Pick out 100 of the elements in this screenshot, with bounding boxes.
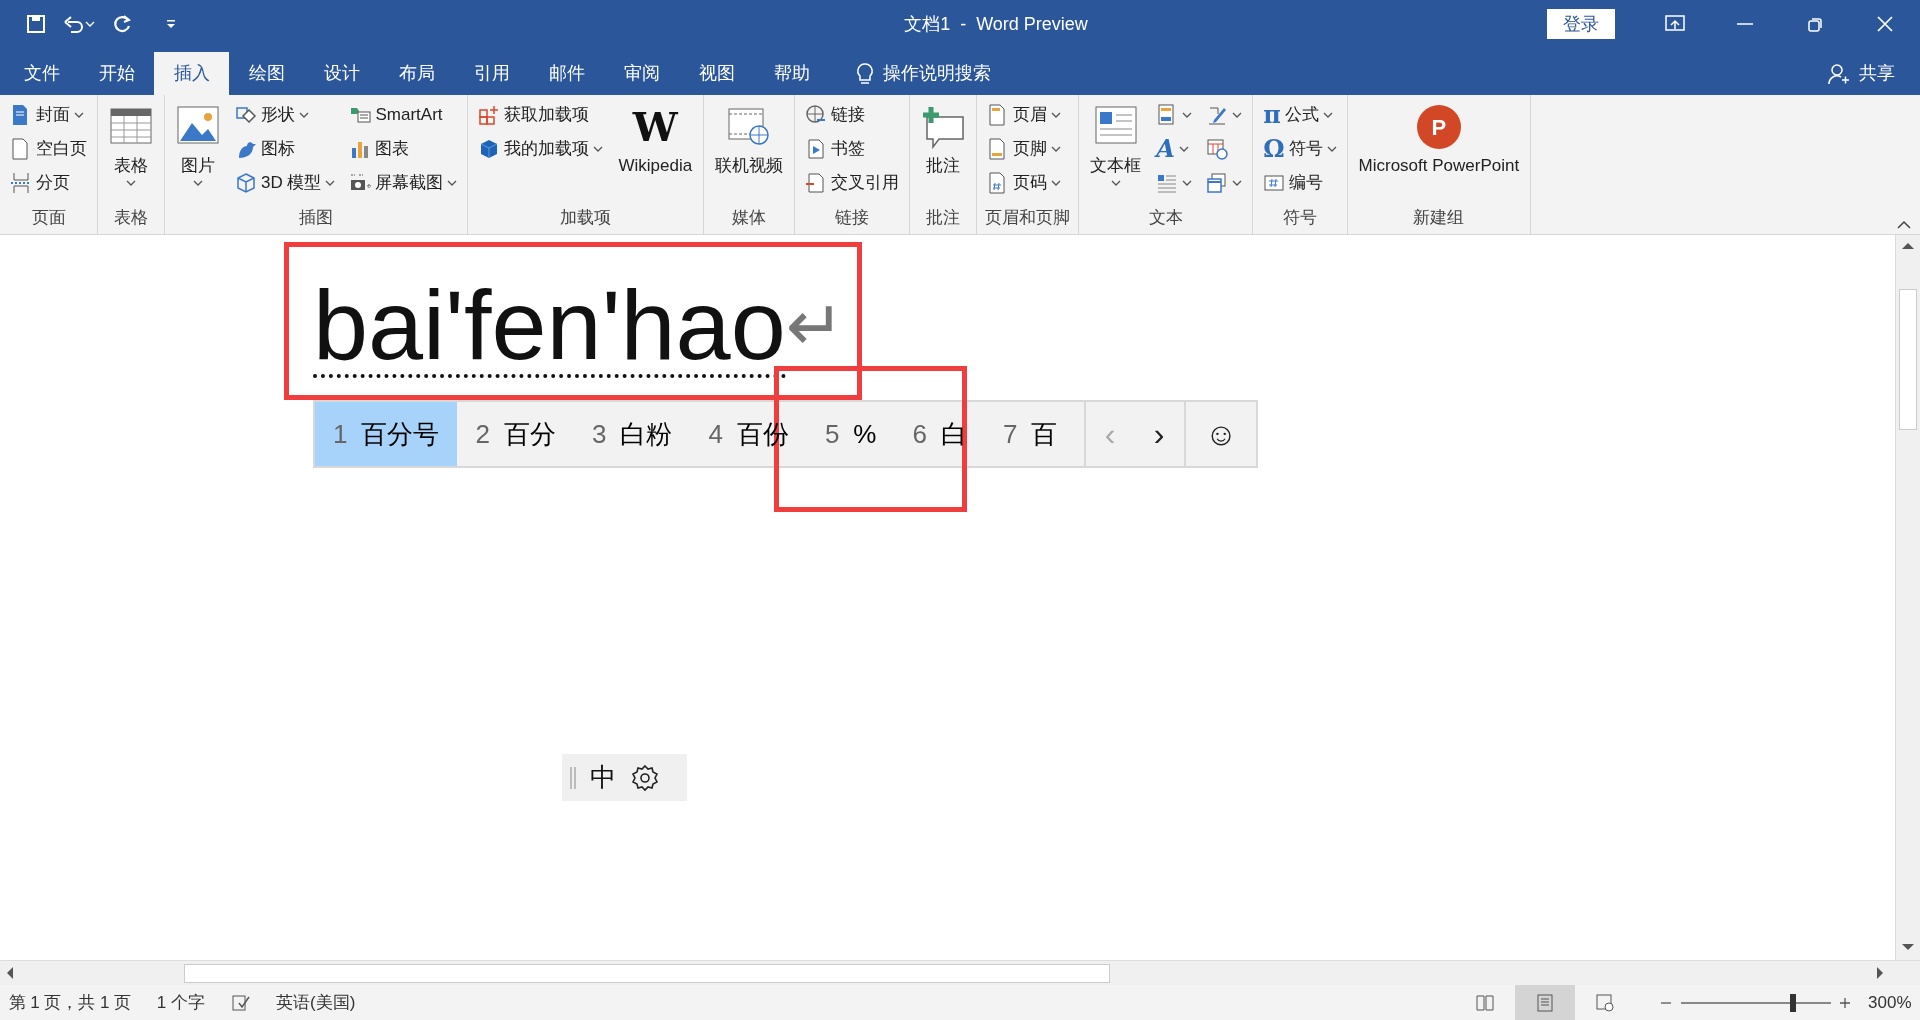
ribbon-button[interactable]: 图片	[173, 99, 223, 205]
group-label: 文本	[1147, 207, 1184, 229]
settings-icon	[630, 762, 660, 793]
web-layout-icon	[1594, 992, 1615, 1013]
person-add-icon	[1828, 62, 1850, 85]
undo-button[interactable]	[62, 14, 95, 34]
print-layout-icon	[1534, 992, 1555, 1013]
ribbon-tab[interactable]: 插入	[154, 52, 230, 95]
ribbon-button[interactable]: 页码	[985, 167, 1064, 199]
ribbon-button[interactable]: 获取加载项	[476, 99, 606, 131]
ribbon-tab[interactable]: 文件	[4, 52, 80, 95]
signature-pen-icon	[1206, 104, 1229, 126]
ribbon-display-icon	[1664, 14, 1686, 34]
minimize-icon	[1737, 23, 1753, 25]
candidate[interactable]: 2 百分	[457, 402, 574, 466]
candidate[interactable]: 7 百	[984, 402, 1076, 466]
group-label: 页眉和页脚	[985, 207, 1071, 229]
slider-thumb[interactable]	[1790, 993, 1796, 1012]
paragraph-mark: ↵	[785, 291, 845, 361]
chevron-up-icon	[1895, 219, 1912, 230]
comment-add-icon	[921, 105, 966, 149]
shapes-icon	[235, 104, 257, 126]
ribbon-button[interactable]: 交叉引用	[803, 167, 902, 199]
ribbon-tab[interactable]: 邮件	[529, 52, 605, 95]
ribbon-button[interactable]: 文本框	[1087, 99, 1145, 205]
read-mode-icon	[1474, 992, 1495, 1013]
ribbon-button[interactable]: 表格	[106, 99, 156, 205]
ribbon-button[interactable]: P Microsoft PowerPoint	[1355, 99, 1523, 205]
ribbon-button[interactable]: 页脚	[985, 133, 1064, 165]
next-page-button[interactable]: ›	[1134, 402, 1184, 466]
redo-icon	[111, 14, 132, 34]
ribbon-button[interactable]: 图表	[347, 133, 460, 165]
ribbon-button[interactable]: 图标	[233, 133, 338, 165]
ribbon-tab[interactable]: 开始	[79, 52, 155, 95]
redo-button[interactable]	[111, 14, 132, 34]
ribbon-button[interactable]: 编号	[1261, 167, 1339, 199]
group-label: 批注	[925, 207, 962, 229]
zoom-level[interactable]: 300%	[1868, 989, 1912, 1016]
calendar-clock-icon	[1206, 138, 1229, 160]
ribbon-tab[interactable]: 绘图	[229, 52, 305, 95]
candidate[interactable]: 5 %	[806, 402, 895, 466]
ribbon-button[interactable]: 屏幕截图	[347, 167, 460, 199]
horizontal-scrollbar[interactable]	[0, 960, 1920, 985]
lightbulb-icon	[854, 61, 875, 86]
save-button[interactable]	[25, 14, 46, 34]
ribbon-button[interactable]: 链接	[803, 99, 902, 131]
number-icon	[1263, 172, 1286, 194]
emoji-button[interactable]: ☺	[1184, 402, 1256, 466]
ribbon-tab[interactable]: 引用	[454, 52, 530, 95]
ribbon-tab[interactable]: 审阅	[604, 52, 680, 95]
scroll-down-icon	[1902, 944, 1914, 950]
login-button[interactable]: 登录	[1546, 9, 1615, 39]
ribbon-tab[interactable]: 帮助	[754, 52, 830, 95]
symbol-glyph: A	[1156, 137, 1175, 161]
settings-button[interactable]	[630, 762, 660, 793]
ribbon-button[interactable]: 书签	[803, 133, 902, 165]
app-logo: P	[1416, 105, 1461, 149]
grid-plus-icon	[478, 104, 501, 126]
ribbon-button[interactable]: 我的加载项	[476, 133, 606, 165]
ribbon-button[interactable]: 分页	[8, 167, 89, 199]
collapse-ribbon-button[interactable]	[1895, 219, 1912, 230]
ribbon-button[interactable]: 批注	[918, 99, 969, 205]
page-count: 第 1 页，共 1 页	[8, 991, 132, 1014]
group-label: 新建组	[1412, 207, 1466, 229]
undo-icon	[62, 14, 85, 34]
zoom-in-icon	[1839, 996, 1851, 1009]
scroll-up-icon	[1902, 243, 1914, 249]
group-label: 表格	[113, 207, 149, 229]
ribbon-button[interactable]: π 公式	[1261, 99, 1339, 131]
grip-icon	[570, 764, 576, 791]
ribbon-tab[interactable]: 设计	[304, 52, 380, 95]
ribbon-tab[interactable]: 布局	[379, 52, 455, 95]
vertical-scrollbar[interactable]	[1895, 235, 1920, 960]
ribbon-button[interactable]: 3D 模型	[233, 167, 338, 199]
language-label: 英语(美国)	[276, 991, 356, 1014]
object-icon	[1206, 172, 1229, 194]
icon-button[interactable]: A	[1154, 133, 1195, 165]
globe-link-icon	[805, 104, 828, 126]
candidate[interactable]: 1 百分号	[315, 402, 458, 466]
symbol-glyph: π	[1263, 103, 1281, 127]
share-button[interactable]: 共享	[1828, 52, 1895, 96]
group-label: 加载项	[559, 207, 613, 229]
scrollbar-thumb[interactable]	[1899, 289, 1917, 430]
group-label: 符号	[1281, 207, 1318, 229]
ribbon-button[interactable]: 形状	[233, 99, 338, 131]
candidate[interactable]: 3 白粉	[573, 402, 691, 466]
tell-me-search[interactable]: 操作说明搜索	[854, 52, 992, 96]
ribbon-button[interactable]: SmartArt	[347, 99, 460, 131]
input-mode-button[interactable]: 中	[590, 758, 616, 797]
ribbon-button[interactable]: 封面	[8, 99, 89, 131]
ribbon-button[interactable]: 联机视频	[712, 99, 787, 205]
ribbon-button[interactable]: 页眉	[985, 99, 1064, 131]
ribbon-button[interactable]: W Wikipedia	[615, 99, 696, 205]
customize-button[interactable]	[165, 19, 176, 29]
scrollbar-thumb[interactable]	[184, 963, 1110, 983]
caret-icon	[84, 20, 95, 28]
ribbon-tab[interactable]: 视图	[679, 52, 755, 95]
ribbon-button[interactable]: 空白页	[8, 133, 89, 165]
logo-glyph: W	[632, 107, 678, 147]
ribbon-button[interactable]: Ω 符号	[1261, 133, 1339, 165]
